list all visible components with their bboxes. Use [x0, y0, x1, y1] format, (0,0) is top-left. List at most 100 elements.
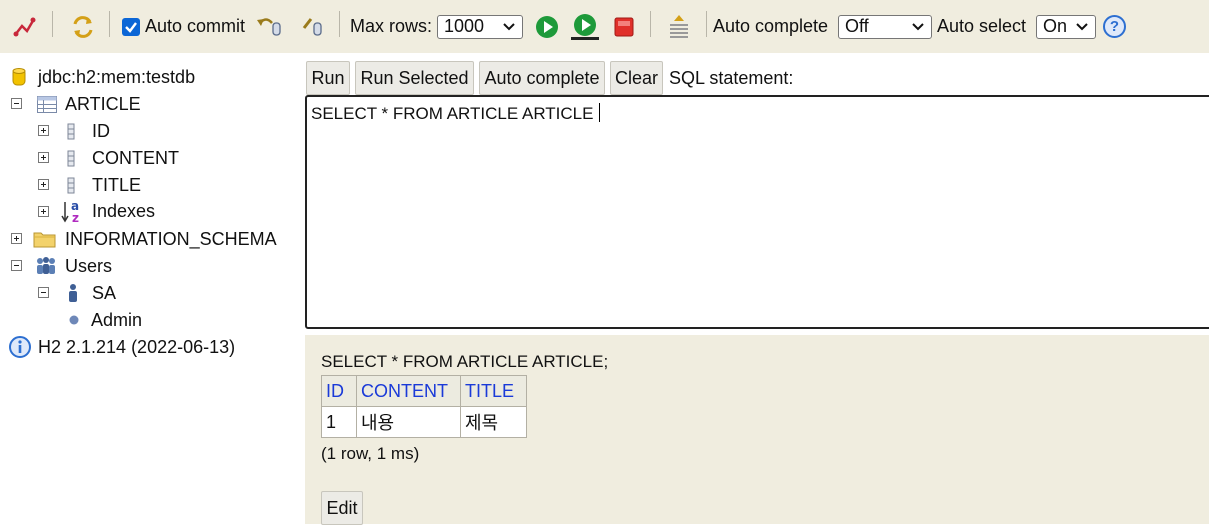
table-cell: 1	[321, 406, 357, 438]
history-icon	[670, 14, 688, 38]
table-cell: 내용	[356, 406, 461, 438]
commit-icon	[302, 17, 322, 36]
max-rows-group: Max rows:	[350, 0, 432, 53]
auto-complete-group: Auto complete	[713, 0, 828, 53]
collapse-toggle[interactable]	[11, 98, 22, 109]
tree-table-article[interactable]: ARTICLE	[37, 91, 141, 117]
column-label: ID	[92, 120, 110, 141]
history-button[interactable]	[668, 0, 690, 53]
edit-button[interactable]: Edit	[321, 491, 363, 525]
tree-users[interactable]: Users	[35, 253, 112, 279]
auto-complete-select[interactable]: Off	[838, 0, 932, 53]
info-icon	[9, 336, 31, 358]
column-label: TITLE	[92, 174, 142, 195]
results-panel: SELECT * FROM ARTICLE ARTICLE; ID CONTEN…	[305, 335, 1209, 525]
tree-column[interactable]: TITLE	[67, 172, 141, 198]
max-rows-value: 1000	[444, 16, 485, 36]
query-echo: SELECT * FROM ARTICLE ARTICLE;	[321, 352, 609, 371]
expand-toggle[interactable]	[11, 233, 22, 244]
auto-complete-value: Off	[845, 16, 869, 36]
help-icon: ?	[1103, 15, 1126, 38]
stop-button[interactable]	[614, 0, 634, 53]
role-label: Admin	[91, 309, 143, 330]
refresh-icon	[73, 15, 93, 38]
tree-column[interactable]: CONTENT	[67, 145, 179, 171]
user-icon	[69, 284, 77, 302]
max-rows-select[interactable]: 1000	[437, 0, 523, 53]
refresh-button[interactable]	[70, 0, 96, 53]
chevron-down-icon	[503, 22, 515, 30]
toolbar-separator	[52, 11, 53, 37]
max-rows-label: Max rows:	[350, 16, 433, 36]
result-table: ID CONTENT TITLE 1 내용 제목	[321, 375, 527, 438]
object-tree: jdbc:h2:mem:testdb ARTICLE ID CONTENT TI…	[0, 53, 305, 524]
auto-commit-toggle[interactable]: Auto commit	[122, 0, 245, 53]
run-selected-button[interactable]	[571, 0, 599, 53]
tree-user-sa[interactable]: SA	[67, 280, 116, 306]
rollback-button[interactable]	[256, 0, 284, 53]
auto-select-label: Auto select	[937, 16, 1027, 36]
collapse-toggle[interactable]	[38, 287, 49, 298]
expand-toggle[interactable]	[38, 206, 49, 217]
column-header-id[interactable]: ID	[321, 375, 357, 407]
auto-commit-checkbox[interactable]	[122, 17, 140, 36]
tree-column[interactable]: ID	[67, 118, 110, 144]
tree-version: H2 2.1.214 (2022-06-13)	[9, 334, 235, 360]
tree-user-role: Admin	[69, 307, 142, 333]
column-header-content[interactable]: CONTENT	[356, 375, 461, 407]
sql-editor-content: SELECT * FROM ARTICLE ARTICLE	[311, 103, 601, 124]
run-selected-query-button[interactable]: Run Selected	[355, 61, 474, 95]
commit-button[interactable]	[301, 0, 327, 53]
chevron-down-icon	[912, 22, 924, 30]
tree-schema[interactable]: INFORMATION_SCHEMA	[33, 226, 277, 252]
column-icon	[67, 177, 75, 193]
query-button-row: Run Run Selected Auto complete Clear SQL…	[305, 53, 1209, 95]
auto-select-select[interactable]: On	[1036, 0, 1096, 53]
index-sort-icon: a z	[61, 199, 79, 224]
sql-editor[interactable]: SELECT * FROM ARTICLE ARTICLE	[305, 95, 1209, 329]
toolbar: Auto commit Max rows: 1000 Auto complete…	[0, 0, 1209, 53]
user-label: SA	[92, 282, 117, 303]
column-header-title[interactable]: TITLE	[460, 375, 527, 407]
bullet-dot-icon	[69, 315, 79, 325]
help-button[interactable]: ?	[1103, 0, 1126, 53]
table-icon	[37, 95, 57, 113]
users-label: Users	[65, 255, 113, 276]
run-icon	[536, 15, 558, 38]
expand-toggle[interactable]	[38, 152, 49, 163]
table-row: 1 내용 제목	[321, 406, 527, 438]
toolbar-separator	[339, 11, 340, 37]
schema-label: INFORMATION_SCHEMA	[65, 228, 277, 249]
expand-toggle[interactable]	[38, 125, 49, 136]
toolbar-separator	[706, 11, 707, 37]
indexes-label: Indexes	[92, 200, 156, 221]
tree-indexes[interactable]: a z Indexes	[61, 198, 155, 224]
disconnect-button[interactable]	[12, 0, 38, 53]
run-query-button[interactable]: Run	[306, 61, 350, 95]
clear-button[interactable]: Clear	[610, 61, 663, 95]
collapse-toggle[interactable]	[11, 260, 22, 271]
folder-icon	[33, 232, 56, 248]
auto-complete-label: Auto complete	[713, 16, 829, 36]
tree-connection[interactable]: jdbc:h2:mem:testdb	[12, 64, 195, 90]
run-selected-icon	[571, 13, 599, 40]
table-cell: 제목	[460, 406, 527, 438]
result-summary: (1 row, 1 ms)	[321, 444, 420, 463]
text-caret	[599, 103, 601, 122]
auto-select-group: Auto select	[937, 0, 1026, 53]
run-button[interactable]	[535, 0, 559, 53]
sql-statement-label: SQL statement:	[669, 68, 794, 88]
version-label: H2 2.1.214 (2022-06-13)	[38, 336, 236, 357]
users-icon	[37, 257, 55, 274]
table-label: ARTICLE	[65, 93, 141, 114]
svg-text:z: z	[72, 211, 79, 224]
toolbar-separator	[650, 11, 651, 37]
disconnect-icon	[13, 17, 36, 36]
auto-complete-button[interactable]: Auto complete	[479, 61, 605, 95]
auto-commit-label: Auto commit	[145, 16, 246, 36]
connection-label: jdbc:h2:mem:testdb	[38, 66, 196, 87]
column-label: CONTENT	[92, 147, 179, 168]
database-icon	[12, 68, 26, 86]
expand-toggle[interactable]	[38, 179, 49, 190]
rollback-icon	[257, 17, 281, 36]
